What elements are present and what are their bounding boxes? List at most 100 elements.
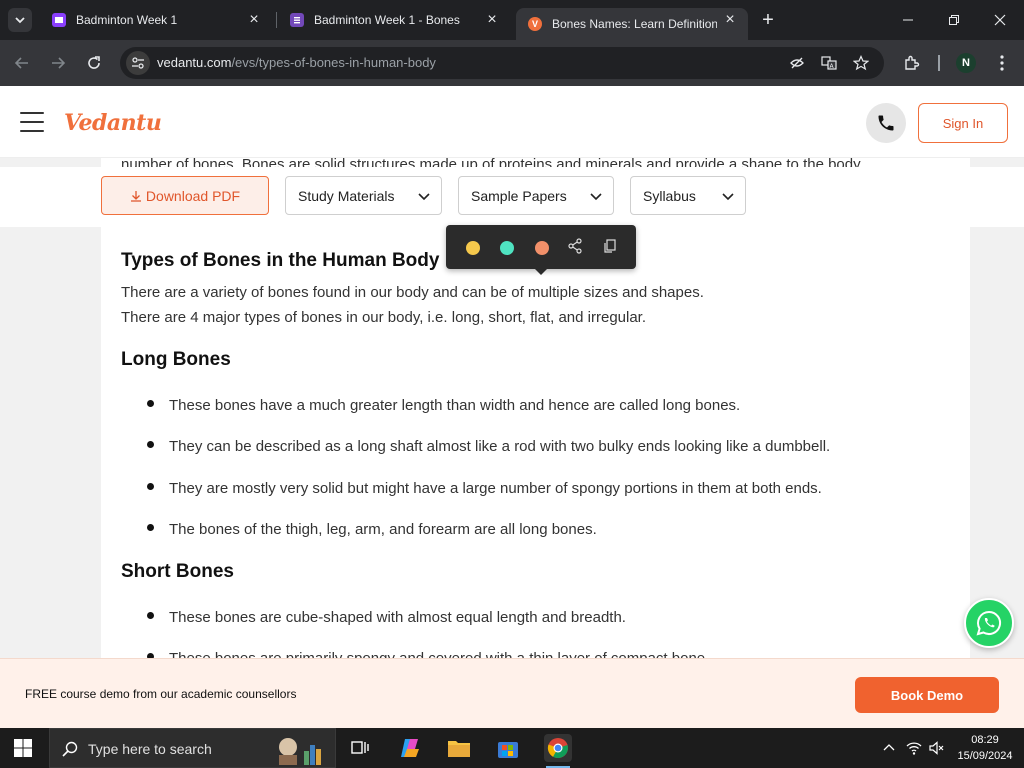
network-icon[interactable] [905, 739, 923, 757]
download-pdf-label: Download PDF [145, 187, 241, 204]
minimize-icon [903, 19, 913, 21]
heading-short-bones: Short Bones [121, 561, 234, 582]
url-host: vedantu.com [157, 55, 232, 70]
tab-title: Badminton Week 1 [76, 13, 178, 27]
tab-strip: Badminton Week 1 × Badminton Week 1 - Bo… [0, 0, 1024, 40]
arrow-right-icon [52, 57, 66, 69]
arrow-left-icon [14, 57, 28, 69]
study-materials-dropdown[interactable]: Study Materials [285, 176, 442, 215]
browser-menu-button[interactable] [991, 52, 1013, 74]
chevron-down-icon [722, 193, 734, 201]
site-info-icon[interactable] [126, 51, 150, 75]
vedantu-favicon-icon: V [528, 17, 542, 31]
call-button[interactable] [866, 103, 906, 143]
site-header: Vedantu Sign In [0, 86, 1024, 158]
microsoft-store-button[interactable] [494, 734, 522, 762]
chevron-down-icon [15, 17, 25, 24]
bullet [147, 483, 154, 490]
system-clock[interactable]: 08:29 15/09/2024 [952, 732, 1018, 764]
tab-badminton-bones[interactable]: Badminton Week 1 - Bones in th × [278, 0, 510, 40]
share-icon[interactable] [565, 236, 585, 256]
clock-time: 08:29 [971, 734, 999, 746]
tab-title: Bones Names: Learn Definition, [552, 17, 717, 31]
heading-long-bones: Long Bones [121, 349, 231, 370]
show-hidden-icons-button[interactable] [880, 739, 898, 757]
close-icon[interactable]: × [246, 12, 262, 28]
tab-bones-names[interactable]: V Bones Names: Learn Definition, × [516, 8, 748, 40]
highlight-yellow-swatch[interactable] [466, 241, 480, 255]
book-demo-button[interactable]: Book Demo [855, 677, 999, 713]
intro-paragraph: There are 4 major types of bones in our … [121, 309, 647, 326]
copy-icon[interactable] [600, 236, 620, 256]
section-heading-types-of-bones: Types of Bones in the Human Body [121, 250, 440, 271]
close-icon [994, 14, 1006, 26]
sample-papers-dropdown[interactable]: Sample Papers [458, 176, 614, 215]
dropdown-label: Syllabus [643, 187, 696, 204]
translate-icon[interactable]: A [819, 53, 839, 73]
highlight-toolbar [446, 225, 636, 275]
bullet [147, 441, 154, 448]
restore-icon [949, 15, 959, 25]
classroom-icon [52, 13, 66, 27]
chevron-down-icon [590, 193, 602, 201]
reload-button[interactable] [82, 51, 106, 75]
kebab-menu-icon [1000, 55, 1004, 71]
download-pdf-button[interactable]: Download PDF [101, 176, 269, 215]
puzzle-icon [905, 55, 920, 70]
highlight-teal-swatch[interactable] [500, 241, 514, 255]
new-tab-button[interactable]: + [758, 10, 778, 30]
close-window-button[interactable] [988, 8, 1012, 32]
bullet [147, 400, 154, 407]
chrome-icon [547, 738, 568, 759]
browser-toolbar: vedantu.com/evs/types-of-bones-in-human-… [0, 40, 1024, 86]
chrome-button[interactable] [544, 734, 572, 768]
syllabus-dropdown[interactable]: Syllabus [630, 176, 746, 215]
vedantu-logo[interactable]: Vedantu [64, 110, 162, 136]
url-text: vedantu.com/evs/types-of-bones-in-human-… [157, 55, 436, 70]
copilot-button[interactable] [396, 734, 424, 762]
store-icon [498, 742, 518, 758]
search-icon [62, 741, 78, 757]
hamburger-menu-icon[interactable] [20, 112, 44, 132]
phone-icon [878, 115, 894, 131]
tab-badminton-week-1[interactable]: Badminton Week 1 × [40, 0, 272, 40]
address-bar[interactable]: vedantu.com/evs/types-of-bones-in-human-… [120, 47, 884, 79]
list-item: These bones are primarily spongy and cov… [169, 650, 709, 658]
file-explorer-button[interactable] [445, 734, 473, 762]
folder-icon [448, 741, 470, 757]
highlight-orange-swatch[interactable] [535, 241, 549, 255]
list-item: These bones are cube-shaped with almost … [169, 609, 626, 626]
search-highlight-illustration-icon [270, 733, 330, 765]
close-icon[interactable]: × [722, 12, 738, 28]
whatsapp-icon [976, 610, 1001, 636]
resource-filter-bar: Download PDF Study Materials Sample Pape… [0, 167, 1024, 227]
tab-search-button[interactable] [8, 8, 32, 32]
windows-start-icon[interactable] [14, 739, 32, 757]
task-view-button[interactable] [346, 734, 374, 762]
bullet [147, 612, 154, 619]
reload-icon [88, 56, 100, 69]
toolbar-divider [938, 55, 940, 71]
task-view-icon [351, 741, 369, 754]
restore-button[interactable] [942, 8, 966, 32]
search-placeholder: Type here to search [88, 741, 212, 757]
bookmark-star-icon[interactable] [851, 53, 871, 73]
bullet [147, 524, 154, 531]
copilot-icon [401, 739, 419, 757]
download-icon [130, 190, 141, 202]
chevron-down-icon [418, 193, 430, 201]
minimize-button[interactable] [896, 8, 920, 32]
close-icon[interactable]: × [484, 12, 500, 28]
profile-avatar[interactable]: N [956, 53, 976, 73]
extensions-button[interactable] [901, 52, 923, 74]
sign-in-button[interactable]: Sign In [918, 103, 1008, 143]
taskbar-search-box[interactable]: Type here to search [49, 728, 336, 768]
dropdown-label: Sample Papers [471, 187, 567, 204]
forward-button[interactable] [46, 51, 70, 75]
back-button[interactable] [10, 51, 34, 75]
list-item: They can be described as a long shaft al… [169, 438, 831, 455]
whatsapp-chat-button[interactable] [964, 598, 1014, 648]
tracking-protection-icon[interactable] [787, 53, 807, 73]
clock-date: 15/09/2024 [957, 750, 1013, 762]
volume-muted-icon[interactable] [927, 739, 945, 757]
